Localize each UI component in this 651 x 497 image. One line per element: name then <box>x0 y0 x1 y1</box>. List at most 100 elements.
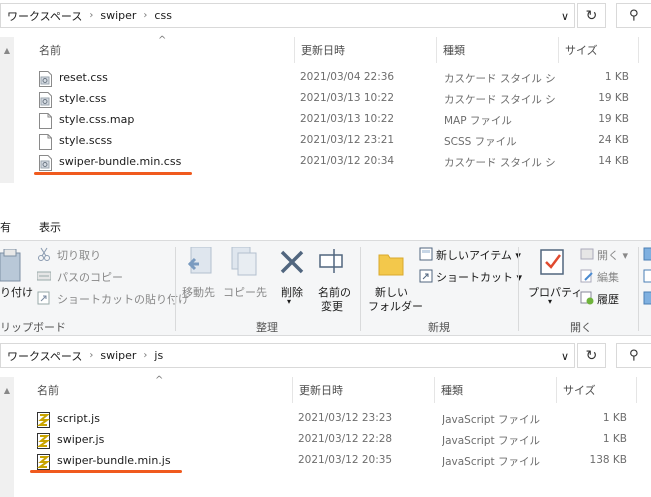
file-name[interactable]: style.css <box>59 92 106 105</box>
edit-button[interactable]: 編集 <box>597 269 619 285</box>
file-row[interactable]: swiper-bundle.min.css 2021/03/12 20:34 カスケ… <box>0 152 651 173</box>
file-size: 1 KB <box>602 412 627 424</box>
column-type-label: 種類 <box>441 384 463 397</box>
new-folder-icon <box>378 254 404 276</box>
file-name[interactable]: swiper-bundle.min.css <box>59 155 181 168</box>
file-row[interactable]: style.scss 2021/03/12 23:21 SCSS ファイル 24 KB <box>0 131 651 152</box>
file-row[interactable]: reset.css 2021/03/04 22:36 カスケード スタイル シ...… <box>0 68 651 89</box>
bottom-breadcrumb[interactable]: ワークスペース › swiper › js ∨ <box>0 343 575 368</box>
css-file-icon <box>39 155 52 171</box>
file-name[interactable]: script.js <box>57 412 100 425</box>
group-new: 新規 <box>428 321 450 334</box>
new-folder-button-line2[interactable]: フォルダー <box>368 298 423 314</box>
file-size: 14 KB <box>598 155 629 167</box>
file-date: 2021/03/12 22:28 <box>298 433 393 445</box>
new-item-label: 新しいアイテム <box>436 249 512 262</box>
file-size: 19 KB <box>598 113 629 125</box>
scissors-icon <box>38 247 50 261</box>
file-size: 19 KB <box>598 92 629 104</box>
refresh-icon[interactable]: ↻ <box>577 3 606 28</box>
column-size[interactable]: サイズ <box>559 37 639 63</box>
paste-label[interactable]: り付け <box>0 284 33 300</box>
breadcrumb-item[interactable]: swiper <box>100 9 136 22</box>
column-date[interactable]: 更新日時 <box>293 377 435 403</box>
new-item-button[interactable]: 新しいアイテム ▾ <box>436 247 521 263</box>
rename-button-line2[interactable]: 変更 <box>321 298 343 314</box>
top-breadcrumb[interactable]: ワークスペース › swiper › css ∨ <box>0 3 575 28</box>
column-name[interactable]: 名前 <box>33 37 295 63</box>
shortcut-icon <box>419 269 433 283</box>
chevron-down-icon[interactable]: ∨ <box>561 350 569 363</box>
file-type: カスケード スタイル シ... <box>444 94 556 106</box>
select-none-icon <box>643 269 651 283</box>
cut-button[interactable]: 切り取り <box>57 247 101 263</box>
file-name[interactable]: swiper.js <box>57 433 104 446</box>
tab-view[interactable]: 表示 <box>39 219 61 235</box>
column-size[interactable]: サイズ <box>557 377 637 403</box>
properties-button[interactable]: プロパティ <box>528 284 582 300</box>
js-file-icon <box>36 433 51 449</box>
ribbon-tabs: 有 表示 <box>0 213 651 239</box>
file-date: 2021/03/12 20:35 <box>298 454 393 466</box>
history-icon <box>580 291 594 305</box>
file-name[interactable]: reset.css <box>59 71 108 84</box>
column-type[interactable]: 種類 <box>437 37 559 63</box>
file-size: 138 KB <box>589 454 627 466</box>
chevron-down-icon[interactable]: ∨ <box>561 10 569 23</box>
breadcrumb-item[interactable]: ワークスペース <box>7 348 82 364</box>
blank-file-icon <box>39 134 52 150</box>
group-clipboard: リップボード <box>0 321 66 334</box>
breadcrumb-item[interactable]: swiper <box>100 349 136 362</box>
paste-shortcut-icon <box>37 291 50 305</box>
file-date: 2021/03/13 10:22 <box>300 113 395 125</box>
move-to-button[interactable]: 移動先 <box>182 284 215 300</box>
column-name-label: 名前 <box>39 44 61 57</box>
file-name[interactable]: style.css.map <box>59 113 134 126</box>
breadcrumb-item[interactable]: css <box>154 9 172 22</box>
file-name[interactable]: style.scss <box>59 134 112 147</box>
paste-shortcut-button[interactable]: ショートカットの貼り付け <box>57 291 189 307</box>
column-name[interactable]: 名前 <box>31 377 293 403</box>
copy-path-button[interactable]: パスのコピー <box>57 269 123 285</box>
ribbon-divider <box>175 247 176 331</box>
chevron-down-icon[interactable]: ▾ <box>287 297 291 306</box>
rename-icon <box>319 249 343 273</box>
breadcrumb-item[interactable]: ワークスペース <box>7 8 82 24</box>
scroll-up-icon[interactable]: ▲ <box>0 377 14 403</box>
open-button[interactable]: 開く ▾ <box>597 247 628 263</box>
file-size: 1 KB <box>602 433 627 445</box>
column-date-label: 更新日時 <box>299 384 343 397</box>
refresh-icon[interactable]: ↻ <box>577 343 606 368</box>
file-type: カスケード スタイル シ... <box>444 73 556 85</box>
file-type: JavaScript ファイル <box>442 435 540 447</box>
search-icon[interactable]: ⚲ <box>616 343 651 368</box>
file-date: 2021/03/12 23:23 <box>298 412 393 424</box>
file-name[interactable]: swiper-bundle.min.js <box>57 454 171 467</box>
column-name-label: 名前 <box>37 384 59 397</box>
select-all-icon <box>643 247 651 261</box>
shortcut-button[interactable]: ショートカット ▾ <box>436 269 522 285</box>
file-row[interactable]: style.css 2021/03/13 10:22 カスケード スタイル シ...… <box>0 89 651 110</box>
breadcrumb-item[interactable]: js <box>154 349 163 362</box>
copy-to-icon <box>231 247 257 276</box>
open-icon <box>580 248 594 260</box>
file-date: 2021/03/12 20:34 <box>300 155 395 167</box>
properties-icon <box>540 249 564 275</box>
invert-selection-icon <box>643 291 651 305</box>
copy-to-button[interactable]: コピー先 <box>223 284 267 300</box>
scroll-up-icon[interactable]: ▲ <box>0 37 14 63</box>
shortcut-label: ショートカット <box>436 271 513 284</box>
chevron-down-icon[interactable]: ▾ <box>548 297 552 306</box>
file-row[interactable]: swiper-bundle.min.js 2021/03/12 20:35 Java… <box>0 451 651 472</box>
history-button[interactable]: 履歴 <box>597 291 619 307</box>
column-date[interactable]: 更新日時 <box>295 37 437 63</box>
search-icon[interactable]: ⚲ <box>616 3 651 28</box>
tab-share[interactable]: 有 <box>0 219 11 235</box>
file-row[interactable]: swiper.js 2021/03/12 22:28 JavaScript ファイル… <box>0 430 651 451</box>
column-size-label: サイズ <box>565 44 598 57</box>
delete-button[interactable]: 削除 <box>281 284 303 300</box>
top-address-bar: ワークスペース › swiper › css ∨ ↻ ⚲ <box>0 0 651 28</box>
file-row[interactable]: style.css.map 2021/03/13 10:22 MAP ファイル 19 … <box>0 110 651 131</box>
column-type[interactable]: 種類 <box>435 377 557 403</box>
file-row[interactable]: script.js 2021/03/12 23:23 JavaScript ファイル… <box>0 409 651 430</box>
